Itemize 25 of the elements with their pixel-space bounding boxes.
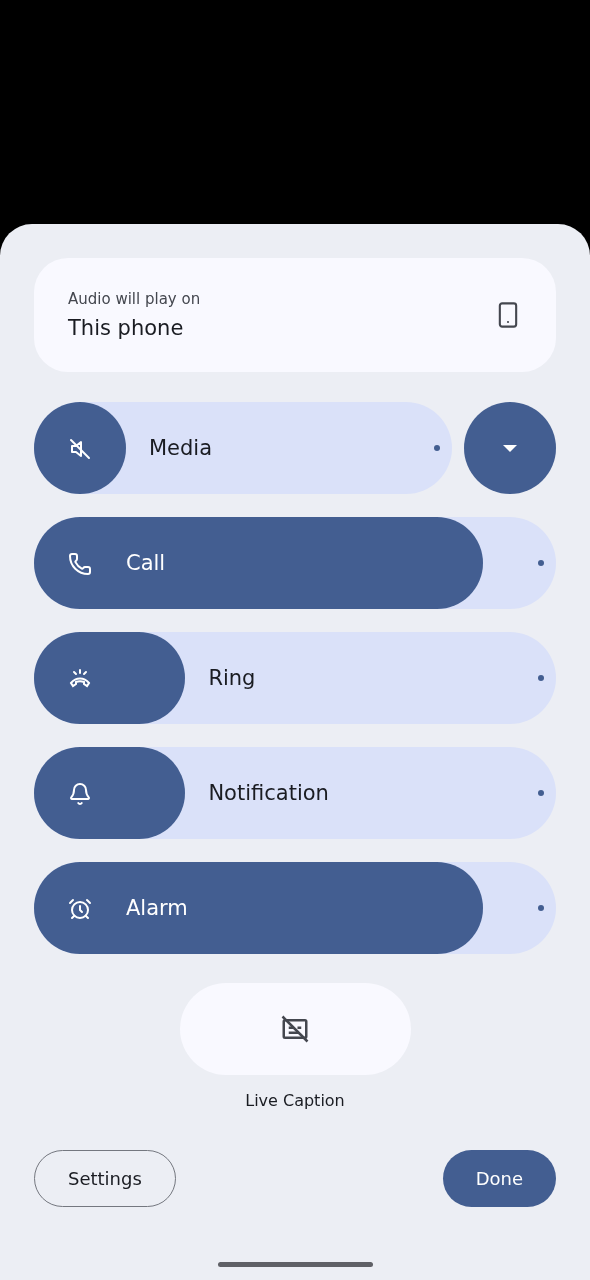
volume-slider[interactable]: Alarm [34, 862, 556, 954]
output-card[interactable]: Audio will play on This phone [34, 258, 556, 372]
output-label: Audio will play on [68, 290, 202, 308]
slider-label: Call [126, 550, 166, 577]
live-caption-label: Live Caption [245, 1091, 345, 1110]
slider-label: Alarm [126, 895, 188, 922]
track-end-dot [538, 675, 544, 681]
ringing-phone-icon [68, 666, 92, 690]
output-device: This phone [68, 316, 185, 340]
slider-label: Ring [208, 665, 256, 692]
volume-slider[interactable]: Notification [34, 747, 556, 839]
bell-icon [68, 781, 92, 807]
caret-icon [502, 443, 518, 453]
track-end-dot [538, 560, 544, 566]
volume-slider[interactable]: Call [34, 517, 556, 609]
alarm-clock-icon [68, 896, 92, 922]
slider-label: Notification [208, 780, 329, 807]
track-end-dot [538, 790, 544, 796]
slider-label: Media [149, 435, 213, 462]
volume-slider[interactable]: Ring [34, 632, 556, 724]
track-end-dot [434, 445, 440, 451]
done-button[interactable]: Done [442, 1150, 556, 1207]
track-end-dot [538, 905, 544, 911]
phone-icon [68, 551, 92, 577]
volume-slider[interactable]: Media [34, 402, 452, 494]
